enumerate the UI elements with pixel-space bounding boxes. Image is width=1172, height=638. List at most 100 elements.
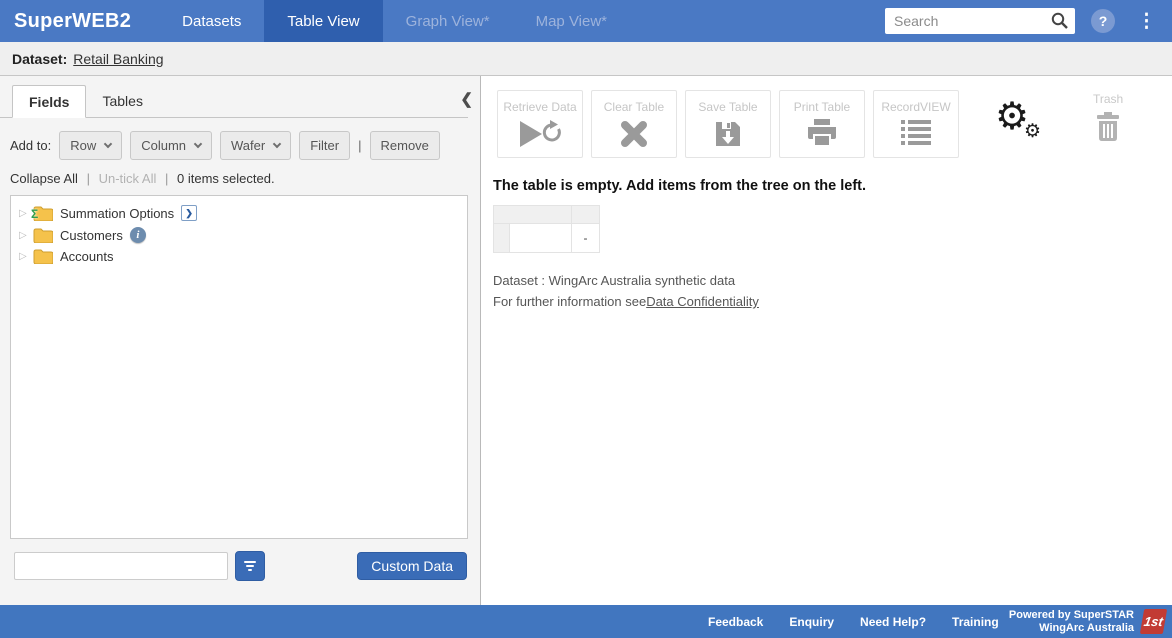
- footer-links: Feedback Enquiry Need Help? Training: [708, 615, 999, 629]
- nav-item-graph-view[interactable]: Graph View*: [383, 0, 513, 42]
- left-tab-bar: Fields Tables ❮: [0, 85, 468, 118]
- collapse-panel-icon[interactable]: ❮: [460, 90, 473, 108]
- footer-link-need-help[interactable]: Need Help?: [860, 615, 926, 629]
- chevron-down-icon: [194, 140, 202, 148]
- retrieve-data-button[interactable]: Retrieve Data: [497, 90, 583, 158]
- dataset-info-line: Dataset : WingArc Australia synthetic da…: [493, 270, 1172, 291]
- clear-table-button[interactable]: Clear Table: [591, 90, 677, 158]
- empty-table-message: The table is empty. Add items from the t…: [493, 178, 1172, 194]
- add-to-label: Add to:: [10, 138, 51, 153]
- list-icon: [900, 119, 932, 152]
- add-to-column-dropdown[interactable]: Column: [130, 131, 212, 160]
- button-label: Retrieve Data: [503, 100, 576, 114]
- tree-item-accounts[interactable]: ▷ Accounts: [15, 246, 463, 267]
- expander-icon[interactable]: ▷: [19, 251, 33, 262]
- empty-table-placeholder: -: [493, 205, 600, 253]
- remove-button[interactable]: Remove: [370, 131, 440, 160]
- filter-button[interactable]: Filter: [299, 131, 350, 160]
- expander-icon[interactable]: ▷: [19, 230, 33, 241]
- breadcrumb: Dataset: Retail Banking: [0, 42, 1172, 76]
- table-header-cell: [572, 206, 600, 224]
- folder-icon: [33, 228, 53, 243]
- folder-sigma-icon: Σ: [33, 206, 53, 221]
- add-to-wafer-dropdown[interactable]: Wafer: [220, 131, 291, 160]
- nav-item-map-view[interactable]: Map View*: [513, 0, 630, 42]
- custom-data-button[interactable]: Custom Data: [357, 552, 467, 580]
- untick-all-link[interactable]: Un-tick All: [99, 171, 157, 186]
- add-to-row-dropdown[interactable]: Row: [59, 131, 122, 160]
- sigma-glyph: Σ: [31, 207, 38, 221]
- search-box: [885, 8, 1075, 34]
- play-refresh-icon: [517, 119, 563, 154]
- search-input[interactable]: [885, 8, 1075, 34]
- table-body-cell: [510, 224, 572, 253]
- table-stub-cell: [494, 224, 510, 253]
- kebab-menu-icon[interactable]: ⋮: [1131, 12, 1162, 31]
- table-header-cell: [494, 206, 572, 224]
- drill-arrow-icon[interactable]: ❯: [181, 205, 197, 221]
- wingarc-1st-logo: 1st: [1140, 609, 1167, 634]
- tree-filter-row: Custom Data: [14, 551, 467, 581]
- column-dropdown-label: Column: [141, 138, 186, 153]
- table-options-button[interactable]: ⚙ ⚙: [995, 98, 1047, 150]
- collapse-all-link[interactable]: Collapse All: [10, 171, 78, 186]
- powered-line2: WingArc Australia: [1009, 622, 1134, 635]
- selection-links-row: Collapse All | Un-tick All | 0 items sel…: [0, 160, 480, 195]
- trash-button[interactable]: Trash: [1093, 92, 1123, 147]
- items-selected-text: 0 items selected.: [177, 171, 275, 186]
- separator: |: [358, 138, 361, 153]
- save-table-button[interactable]: Save Table: [685, 90, 771, 158]
- footer-link-training[interactable]: Training: [952, 615, 999, 629]
- gear-small-icon: ⚙: [1024, 122, 1041, 141]
- footer: Feedback Enquiry Need Help? Training Pow…: [0, 605, 1172, 638]
- table-toolbar: Retrieve Data Clear Table Save Table Pri…: [481, 76, 1172, 158]
- dataset-link[interactable]: Retail Banking: [73, 51, 163, 67]
- top-nav: SuperWEB2 Datasets Table View Graph View…: [0, 0, 1172, 42]
- folder-icon: [33, 249, 53, 264]
- button-label: Save Table: [698, 100, 757, 114]
- field-panel: Fields Tables ❮ Add to: Row Column Wafer…: [0, 76, 481, 605]
- nav-right-group: ? ⋮: [885, 8, 1172, 34]
- chevron-down-icon: [273, 140, 281, 148]
- tree-filter-input[interactable]: [14, 552, 228, 580]
- button-label: Clear Table: [604, 100, 664, 114]
- tree-item-label: Customers: [60, 228, 123, 243]
- tree-item-label: Summation Options: [60, 206, 174, 221]
- apply-filter-button[interactable]: [235, 551, 265, 581]
- help-icon[interactable]: ?: [1091, 9, 1115, 33]
- dataset-info: Dataset : WingArc Australia synthetic da…: [493, 270, 1172, 312]
- separator: |: [87, 171, 90, 186]
- row-dropdown-label: Row: [70, 138, 96, 153]
- recordview-button[interactable]: RecordVIEW: [873, 90, 959, 158]
- powered-line1: Powered by SuperSTAR: [1009, 609, 1134, 622]
- footer-link-feedback[interactable]: Feedback: [708, 615, 763, 629]
- data-confidentiality-link[interactable]: Data Confidentiality: [646, 294, 759, 309]
- tab-fields[interactable]: Fields: [12, 85, 86, 118]
- field-tree: ▷ Σ Summation Options ❯ ▷ Customers i ▷: [10, 195, 468, 539]
- funnel-icon: [244, 561, 256, 571]
- tree-item-customers[interactable]: ▷ Customers i: [15, 224, 463, 246]
- trash-icon: [1095, 112, 1121, 147]
- button-label: RecordVIEW: [881, 100, 950, 114]
- further-info-line: For further information seeData Confiden…: [493, 291, 1172, 312]
- nav-item-table-view[interactable]: Table View: [264, 0, 382, 42]
- button-label: Print Table: [794, 100, 850, 114]
- footer-link-enquiry[interactable]: Enquiry: [789, 615, 834, 629]
- add-to-toolbar: Add to: Row Column Wafer Filter | Remove: [0, 118, 480, 160]
- search-icon[interactable]: [1051, 12, 1069, 35]
- app-logo[interactable]: SuperWEB2: [0, 10, 159, 33]
- print-table-button[interactable]: Print Table: [779, 90, 865, 158]
- tab-tables[interactable]: Tables: [86, 85, 158, 117]
- tree-item-summation-options[interactable]: ▷ Σ Summation Options ❯: [15, 202, 463, 224]
- info-icon[interactable]: i: [130, 227, 146, 243]
- printer-icon: [806, 119, 838, 152]
- table-panel: Retrieve Data Clear Table Save Table Pri…: [481, 76, 1172, 605]
- dataset-label: Dataset:: [12, 51, 67, 67]
- table-value-cell: -: [572, 224, 600, 253]
- save-icon: [713, 119, 743, 154]
- button-label: Trash: [1093, 92, 1123, 106]
- nav-item-datasets[interactable]: Datasets: [159, 0, 264, 42]
- further-info-text: For further information see: [493, 294, 646, 309]
- separator: |: [165, 171, 168, 186]
- clear-x-icon: [619, 119, 649, 154]
